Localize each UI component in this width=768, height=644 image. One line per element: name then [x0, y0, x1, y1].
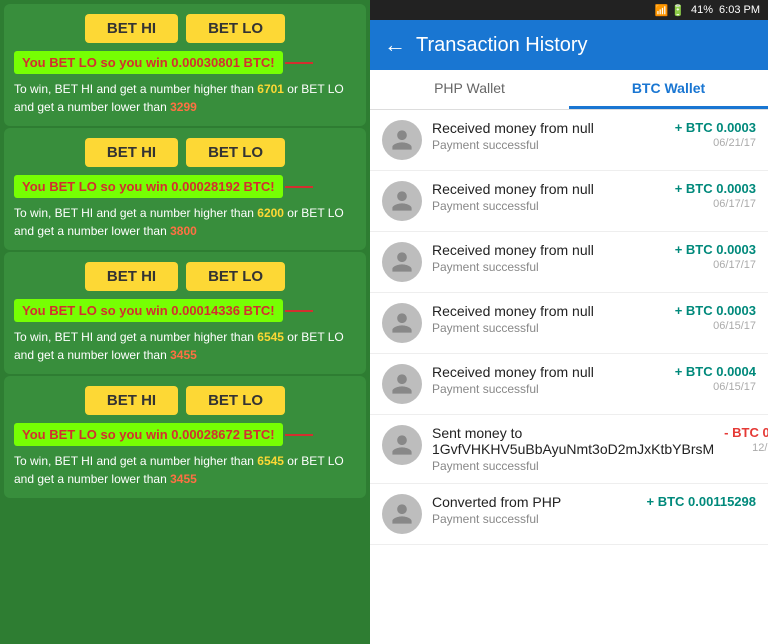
avatar [382, 303, 422, 343]
avatar [382, 181, 422, 221]
tx-amount-5: - BTC 0.001 [724, 425, 768, 440]
back-button[interactable]: ← [384, 32, 406, 58]
tx-details-3: Received money from null Payment success… [432, 303, 665, 335]
list-item[interactable]: Received money from null Payment success… [370, 232, 768, 293]
bet-hi-btn-2[interactable]: BET HI [85, 262, 178, 291]
bet-desc-2: To win, BET HI and get a number higher t… [14, 328, 356, 364]
bet-hi-btn-1[interactable]: BET HI [85, 138, 178, 167]
tx-subtitle-3: Payment successful [432, 321, 665, 335]
left-panel: BET HI BET LO You BET LO so you win 0.00… [0, 0, 370, 644]
tx-amount-2: + BTC 0.0003 [675, 242, 756, 257]
tx-subtitle-4: Payment successful [432, 382, 665, 396]
bet-card-1: BET HI BET LO You BET LO so you win 0.00… [4, 128, 366, 250]
status-bar: 📶 🔋 41% 6:03 PM [370, 0, 768, 20]
bet-hi-btn-0[interactable]: BET HI [85, 14, 178, 43]
tx-title-2: Received money from null [432, 242, 665, 258]
app-header: ← Transaction History [370, 20, 768, 70]
avatar [382, 364, 422, 404]
tab-btc-wallet[interactable]: BTC Wallet [569, 70, 768, 109]
win-message-3: You BET LO so you win 0.00028672 BTC! [14, 423, 283, 446]
tx-amount-0: + BTC 0.0003 [675, 120, 756, 135]
tx-amount-3: + BTC 0.0003 [675, 303, 756, 318]
bet-card-2: BET HI BET LO You BET LO so you win 0.00… [4, 252, 366, 374]
right-panel: 📶 🔋 41% 6:03 PM ← Transaction History PH… [370, 0, 768, 644]
bet-lo-btn-3[interactable]: BET LO [186, 386, 285, 415]
tx-details-4: Received money from null Payment success… [432, 364, 665, 396]
tx-amount-6: + BTC 0.00115298 [647, 494, 757, 509]
wallet-tabs: PHP Wallet BTC Wallet [370, 70, 768, 110]
list-item[interactable]: Received money from null Payment success… [370, 171, 768, 232]
avatar [382, 494, 422, 534]
tx-subtitle-5: Payment successful [432, 459, 714, 473]
tx-title-0: Received money from null [432, 120, 665, 136]
tx-right-6: + BTC 0.00115298 [647, 494, 757, 511]
list-item[interactable]: Received money from null Payment success… [370, 354, 768, 415]
avatar [382, 242, 422, 282]
tx-right-3: + BTC 0.0003 06/15/17 [675, 303, 756, 332]
tx-date-0: 06/21/17 [675, 137, 756, 149]
tx-right-5: - BTC 0.001 12/18/16 [724, 425, 768, 454]
list-item[interactable]: Sent money to 1GvfVHKHV5uBbAyuNmt3oD2mJx… [370, 415, 768, 484]
tx-date-5: 12/18/16 [724, 442, 768, 454]
win-message-0: You BET LO so you win 0.00030801 BTC! [14, 51, 283, 74]
tx-title-4: Received money from null [432, 364, 665, 380]
list-item[interactable]: Converted from PHP Payment successful + … [370, 484, 768, 545]
tx-details-2: Received money from null Payment success… [432, 242, 665, 274]
tx-subtitle-1: Payment successful [432, 199, 665, 213]
win-message-1: You BET LO so you win 0.00028192 BTC! [14, 175, 283, 198]
tx-subtitle-6: Payment successful [432, 512, 637, 526]
tx-right-4: + BTC 0.0004 06/15/17 [675, 364, 756, 393]
bet-lo-btn-0[interactable]: BET LO [186, 14, 285, 43]
tx-right-0: + BTC 0.0003 06/21/17 [675, 120, 756, 149]
bet-desc-0: To win, BET HI and get a number higher t… [14, 80, 356, 116]
tx-title-6: Converted from PHP [432, 494, 637, 510]
tx-subtitle-0: Payment successful [432, 138, 665, 152]
tx-amount-4: + BTC 0.0004 [675, 364, 756, 379]
clock: 6:03 PM [719, 4, 760, 16]
bet-desc-3: To win, BET HI and get a number higher t… [14, 452, 356, 488]
tx-date-4: 06/15/17 [675, 381, 756, 393]
tx-date-3: 06/15/17 [675, 320, 756, 332]
avatar [382, 425, 422, 465]
tx-title-1: Received money from null [432, 181, 665, 197]
tx-right-1: + BTC 0.0003 06/17/17 [675, 181, 756, 210]
bet-desc-1: To win, BET HI and get a number higher t… [14, 204, 356, 240]
win-message-2: You BET LO so you win 0.00014336 BTC! [14, 299, 283, 322]
list-item[interactable]: Received money from null Payment success… [370, 293, 768, 354]
list-item[interactable]: Received money from null Payment success… [370, 110, 768, 171]
battery-level: 41% [691, 4, 713, 16]
tx-details-5: Sent money to 1GvfVHKHV5uBbAyuNmt3oD2mJx… [432, 425, 714, 473]
tx-details-1: Received money from null Payment success… [432, 181, 665, 213]
tx-details-6: Converted from PHP Payment successful [432, 494, 637, 526]
tx-subtitle-2: Payment successful [432, 260, 665, 274]
avatar [382, 120, 422, 160]
tab-php-wallet[interactable]: PHP Wallet [370, 70, 569, 109]
bet-card-3: BET HI BET LO You BET LO so you win 0.00… [4, 376, 366, 498]
tx-right-2: + BTC 0.0003 06/17/17 [675, 242, 756, 271]
tx-details-0: Received money from null Payment success… [432, 120, 665, 152]
tx-title-5: Sent money to 1GvfVHKHV5uBbAyuNmt3oD2mJx… [432, 425, 714, 457]
tx-amount-1: + BTC 0.0003 [675, 181, 756, 196]
status-icons: 📶 🔋 [655, 4, 685, 17]
page-title: Transaction History [416, 34, 588, 57]
bet-hi-btn-3[interactable]: BET HI [85, 386, 178, 415]
bet-card-0: BET HI BET LO You BET LO so you win 0.00… [4, 4, 366, 126]
bet-lo-btn-1[interactable]: BET LO [186, 138, 285, 167]
tx-title-3: Received money from null [432, 303, 665, 319]
bet-lo-btn-2[interactable]: BET LO [186, 262, 285, 291]
tx-date-1: 06/17/17 [675, 198, 756, 210]
tx-date-2: 06/17/17 [675, 259, 756, 271]
transaction-list: Received money from null Payment success… [370, 110, 768, 644]
